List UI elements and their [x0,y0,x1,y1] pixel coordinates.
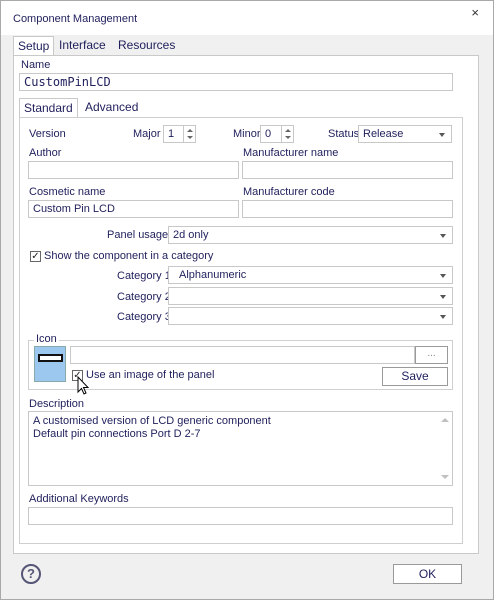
panel-usage-select[interactable]: 2d only [168,226,453,244]
description-scrollbar[interactable] [436,412,452,485]
description-textarea[interactable]: A customised version of LCD generic comp… [28,411,453,486]
additional-keywords-field[interactable] [28,507,453,525]
help-icon[interactable]: ? [21,564,41,584]
title-bar: Component Management × [1,1,493,35]
major-value: 1 [168,128,175,140]
spin-down-icon[interactable] [187,136,193,139]
major-spin-arrows[interactable] [183,126,195,142]
tab-standard[interactable]: Standard [19,98,78,118]
author-label: Author [29,147,62,159]
show-in-category-label: Show the component in a category [44,250,214,262]
version-label: Version [29,128,66,140]
icon-preview [34,346,66,382]
scroll-up-icon[interactable] [441,418,449,422]
spin-down-icon[interactable] [285,136,291,139]
lcd-icon [38,354,63,362]
manufacturer-name-label: Manufacturer name [243,147,339,159]
manufacturer-name-field[interactable] [242,161,453,179]
name-label: Name [21,59,51,71]
status-label: Status [328,128,360,140]
minor-value: 0 [265,128,272,140]
major-label: Major [133,128,161,140]
description-line-1: A customised version of LCD generic comp… [33,415,271,427]
close-icon[interactable]: × [471,5,479,20]
panel-usage-label: Panel usage: [107,229,172,241]
status-select[interactable]: Release [358,125,452,143]
additional-keywords-label: Additional Keywords [29,493,129,505]
window-title: Component Management [13,13,138,25]
icon-path-field[interactable] [70,346,415,364]
browse-button[interactable]: ... [415,346,448,364]
tab-advanced[interactable]: Advanced [81,98,142,118]
icon-group-label: Icon [34,333,59,345]
mouse-cursor-icon [77,376,90,395]
category-3-select[interactable] [168,307,453,325]
component-management-dialog: Component Management × Setup Interface R… [0,0,494,600]
category-1-label: Category 1 [117,270,171,282]
cosmetic-name-label: Cosmetic name [29,186,106,198]
category-2-label: Category 2 [117,291,171,303]
minor-spin-arrows[interactable] [281,126,293,142]
cosmetic-name-field[interactable]: Custom Pin LCD [28,200,239,218]
manufacturer-code-field[interactable] [242,200,453,218]
ok-button[interactable]: OK [393,564,462,584]
use-panel-image-label: Use an image of the panel [86,369,215,381]
minor-label: Minor [233,128,261,140]
manufacturer-code-label: Manufacturer code [243,186,335,198]
tab-interface[interactable]: Interface [55,36,110,56]
category-2-select[interactable] [168,287,453,305]
description-line-2: Default pin connections Port D 2-7 [33,428,201,440]
name-field[interactable]: CustomPinLCD [19,73,453,91]
spin-up-icon[interactable] [285,129,291,132]
scroll-down-icon[interactable] [441,475,449,479]
author-field[interactable] [28,161,239,179]
tab-resources[interactable]: Resources [114,36,179,56]
spin-up-icon[interactable] [187,129,193,132]
minor-stepper[interactable]: 0 [260,125,294,143]
major-stepper[interactable]: 1 [163,125,196,143]
description-label: Description [29,398,85,410]
category-1-select[interactable]: Alphanumeric [168,266,453,284]
tab-setup[interactable]: Setup [13,36,55,56]
save-button[interactable]: Save [382,367,448,386]
show-in-category-checkbox[interactable]: ✓ [30,251,41,262]
category-3-label: Category 3 [117,311,171,323]
